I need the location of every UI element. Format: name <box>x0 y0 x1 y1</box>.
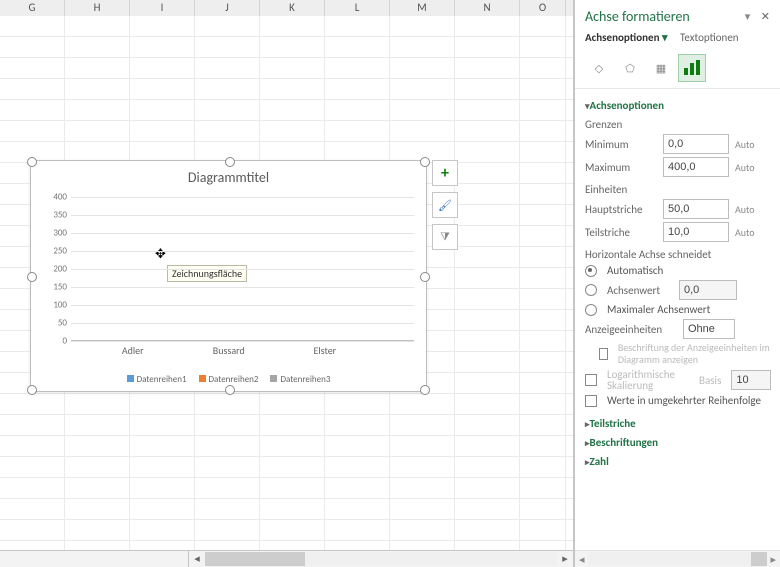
axis-value-input[interactable] <box>679 280 737 300</box>
sheet-scrollbar-horizontal[interactable]: ◂ ▸ <box>0 550 573 567</box>
pane-menu-icon[interactable]: ▾ <box>745 10 751 23</box>
plus-icon: + <box>441 164 449 183</box>
effects-icon[interactable]: ⬠ <box>616 54 644 82</box>
radio-auto[interactable] <box>585 265 597 277</box>
max-input[interactable] <box>663 157 729 177</box>
scroll-right-icon[interactable]: ▸ <box>770 553 776 566</box>
hover-tooltip: Zeichnungsfläche <box>167 265 247 282</box>
chart-title[interactable]: Diagrammtitel <box>31 169 426 186</box>
pane-body: Achsenoptionen Grenzen Minimum Auto Maxim… <box>575 89 780 550</box>
log-basis-input <box>731 370 771 390</box>
y-tick: 250 <box>53 246 67 257</box>
tab-axis-options[interactable]: Achsenoptionen ▾ <box>585 31 668 44</box>
radio-value[interactable] <box>585 284 597 296</box>
section-ticks[interactable]: Teilstriche <box>585 417 778 430</box>
section-labels[interactable]: Beschriftungen <box>585 436 778 449</box>
pane-category-icons: ◇ ⬠ ▦ <box>575 50 780 89</box>
brush-icon: 🖌 <box>438 199 452 212</box>
col-header-N[interactable]: N <box>455 0 520 16</box>
y-tick: 50 <box>58 318 67 329</box>
size-properties-icon[interactable]: ▦ <box>647 54 675 82</box>
min-input[interactable] <box>663 134 729 154</box>
units-heading: Einheiten <box>585 183 778 196</box>
log-basis-label: Basis <box>699 374 721 387</box>
y-tick: 100 <box>53 300 67 311</box>
section-axis-options[interactable]: Achsenoptionen <box>585 99 778 112</box>
legend-item[interactable]: Datenreihen3 <box>270 374 330 385</box>
chart-legend[interactable]: Datenreihen1 Datenreihen2 Datenreihen3 <box>31 374 426 385</box>
funnel-icon: ⧩ <box>440 230 450 244</box>
col-header-M[interactable]: M <box>390 0 455 16</box>
major-auto[interactable]: Auto <box>735 203 761 216</box>
col-header-L[interactable]: L <box>325 0 390 16</box>
y-tick: 150 <box>53 282 67 293</box>
radio-auto-label: Automatisch <box>607 264 663 277</box>
y-tick: 400 <box>53 192 67 203</box>
major-label: Hauptstriche <box>585 203 657 216</box>
category-label: Bussard <box>213 344 245 357</box>
column-headers: GHIJKLMNO <box>0 0 573 17</box>
radio-max[interactable] <box>585 304 597 316</box>
radio-max-label: Maximaler Achsenwert <box>607 303 710 316</box>
value-axis[interactable]: 050100150200250300350400 <box>41 197 69 341</box>
max-label: Maximum <box>585 161 657 174</box>
chk-show-unit-label-text: Beschriftung der Anzeigeeinheiten im Dia… <box>618 342 778 366</box>
chart-elements-button[interactable]: + <box>432 160 458 186</box>
y-tick: 350 <box>53 210 67 221</box>
haxis-heading: Horizontale Achse schneidet <box>585 248 778 261</box>
chart-object[interactable]: Diagrammtitel 050100150200250300350400 ✥… <box>30 160 427 392</box>
display-units-label: Anzeigeeinheiten <box>585 323 677 336</box>
col-header-H[interactable]: H <box>65 0 130 16</box>
col-header-J[interactable]: J <box>195 0 260 16</box>
radio-value-label: Achsenwert <box>607 284 673 297</box>
y-tick: 200 <box>53 264 67 275</box>
col-header-G[interactable]: G <box>0 0 65 16</box>
app-root: GHIJKLMNO Diagrammtitel 0501001502002503… <box>0 0 780 567</box>
max-auto[interactable]: Auto <box>735 161 761 174</box>
col-header-O[interactable]: O <box>520 0 566 16</box>
legend-item[interactable]: Datenreihen1 <box>127 374 187 385</box>
tab-text-options[interactable]: Textoptionen <box>680 31 739 44</box>
spreadsheet-area: GHIJKLMNO Diagrammtitel 0501001502002503… <box>0 0 574 567</box>
legend-item[interactable]: Datenreihen2 <box>199 374 259 385</box>
minor-auto[interactable]: Auto <box>735 226 761 239</box>
pane-title: Achse formatieren <box>585 8 690 25</box>
y-tick: 300 <box>53 228 67 239</box>
pane-close-icon[interactable]: ✕ <box>761 10 770 23</box>
scroll-left-icon[interactable]: ◂ <box>189 552 205 566</box>
pane-tabs: Achsenoptionen ▾ Textoptionen <box>575 29 780 50</box>
bounds-heading: Grenzen <box>585 118 778 131</box>
scroll-right-icon[interactable]: ▸ <box>557 552 573 566</box>
chk-reverse[interactable] <box>585 395 597 407</box>
move-cursor-icon: ✥ <box>155 247 166 262</box>
chk-log-scale[interactable] <box>585 374 597 386</box>
chk-log-scale-label: Logarithmische Skalierung <box>607 369 687 391</box>
chk-show-unit-label <box>599 348 608 360</box>
axis-options-icon[interactable] <box>678 54 706 82</box>
major-input[interactable] <box>663 199 729 219</box>
display-units-select[interactable] <box>683 319 735 339</box>
format-axis-pane: Achse formatieren ▾ ✕ Achsenoptionen ▾ T… <box>574 0 780 567</box>
y-tick: 0 <box>62 336 67 347</box>
minor-input[interactable] <box>663 222 729 242</box>
col-header-I[interactable]: I <box>130 0 195 16</box>
section-number[interactable]: Zahl <box>585 455 778 468</box>
fill-line-icon[interactable]: ◇ <box>585 54 613 82</box>
category-label: Adler <box>122 344 144 357</box>
category-label: Elster <box>313 344 336 357</box>
chart-styles-button[interactable]: 🖌 <box>432 192 458 218</box>
minor-label: Teilstriche <box>585 226 657 239</box>
scroll-left-icon[interactable]: ◂ <box>579 553 585 566</box>
min-label: Minimum <box>585 138 657 151</box>
chk-reverse-label: Werte in umgekehrter Reihenfolge <box>607 394 761 407</box>
plot-area[interactable]: 050100150200250300350400 ✥ Zeichnungsflä… <box>71 197 414 341</box>
min-auto[interactable]: Auto <box>735 138 761 151</box>
chart-filters-button[interactable]: ⧩ <box>432 224 458 250</box>
chart-side-buttons: + 🖌 ⧩ <box>432 160 458 250</box>
pane-scrollbar-horizontal[interactable]: ◂ ▸ <box>575 550 780 567</box>
col-header-K[interactable]: K <box>260 0 325 16</box>
